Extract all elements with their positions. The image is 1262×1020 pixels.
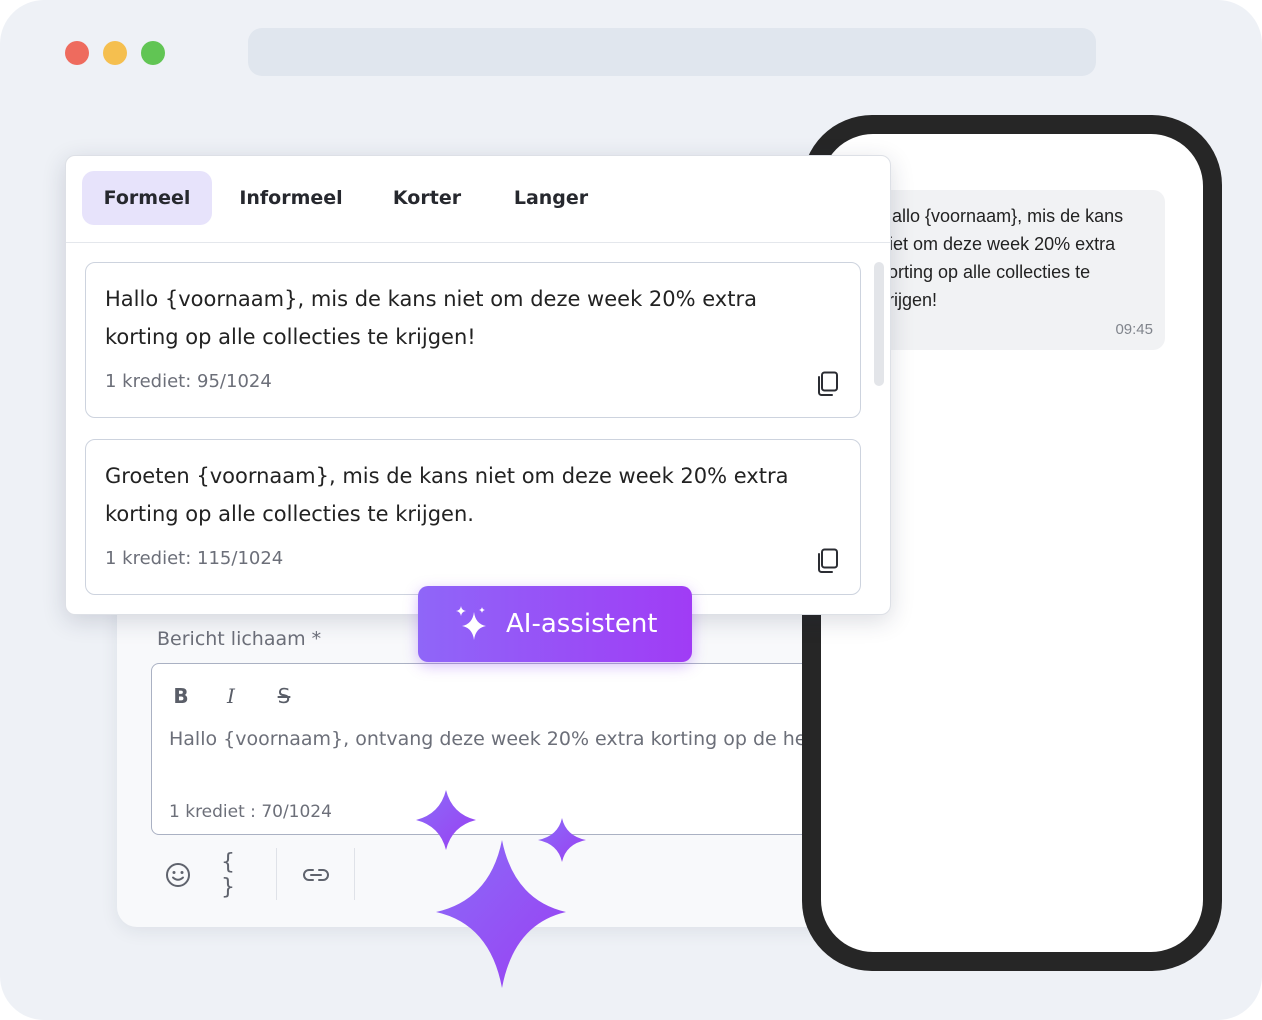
- suggestion-text: Groeten {voornaam}, mis de kans niet om …: [105, 464, 789, 526]
- window-maximize-dot[interactable]: [141, 41, 165, 65]
- suggestions-scrollbar[interactable]: [874, 262, 884, 386]
- message-bubble: Hallo {voornaam}, mis de kans niet om de…: [861, 190, 1165, 350]
- emoji-icon-svg: [166, 863, 190, 887]
- emoji-icon[interactable]: [161, 858, 195, 892]
- message-timestamp: 09:45: [1115, 321, 1153, 338]
- toolbar-divider: [354, 848, 355, 900]
- tone-tabs: Formeel Informeel Korter Langer: [66, 156, 890, 243]
- link-icon-svg: [303, 869, 329, 881]
- variable-braces-icon[interactable]: { }: [221, 850, 255, 900]
- copy-icon[interactable]: [816, 548, 840, 574]
- window-close-dot[interactable]: [65, 41, 89, 65]
- italic-button[interactable]: I: [216, 682, 246, 710]
- sparkles-icon: [456, 606, 486, 640]
- browser-window: Bericht lichaam * B I S Hallo {voornaam}…: [0, 0, 1262, 1020]
- ai-assistant-label: AI-assistent: [506, 609, 658, 639]
- message-body-credit-counter: 1 krediet : 70/1024: [169, 802, 332, 822]
- strikethrough-button[interactable]: S: [269, 682, 299, 710]
- suggestion-card[interactable]: Groeten {voornaam}, mis de kans niet om …: [85, 439, 861, 595]
- message-body-editor[interactable]: B I S Hallo {voornaam}, ontvang deze wee…: [151, 663, 853, 835]
- copy-icon[interactable]: [816, 371, 840, 397]
- tab-langer[interactable]: Langer: [488, 171, 614, 225]
- suggestion-credit-counter: 1 krediet: 115/1024: [105, 548, 284, 569]
- ai-assistant-button[interactable]: AI-assistent: [418, 586, 692, 662]
- message-body-text[interactable]: Hallo {voornaam}, ontvang deze week 20% …: [169, 728, 852, 750]
- bold-button[interactable]: B: [166, 682, 196, 710]
- suggestion-text: Hallo {voornaam}, mis de kans niet om de…: [105, 287, 757, 349]
- address-bar[interactable]: [248, 28, 1096, 76]
- tab-formeel[interactable]: Formeel: [82, 171, 212, 225]
- ai-suggestions-popup: Formeel Informeel Korter Langer Hallo {v…: [65, 155, 891, 615]
- link-icon[interactable]: [299, 858, 333, 892]
- toolbar-divider: [276, 848, 277, 900]
- suggestion-card[interactable]: Hallo {voornaam}, mis de kans niet om de…: [85, 262, 861, 418]
- message-body-label: Bericht lichaam *: [157, 628, 322, 650]
- suggestion-credit-counter: 1 krediet: 95/1024: [105, 371, 272, 392]
- tab-korter[interactable]: Korter: [364, 171, 490, 225]
- tab-informeel[interactable]: Informeel: [226, 171, 356, 225]
- message-bubble-text: Hallo {voornaam}, mis de kans niet om de…: [879, 206, 1124, 310]
- window-minimize-dot[interactable]: [103, 41, 127, 65]
